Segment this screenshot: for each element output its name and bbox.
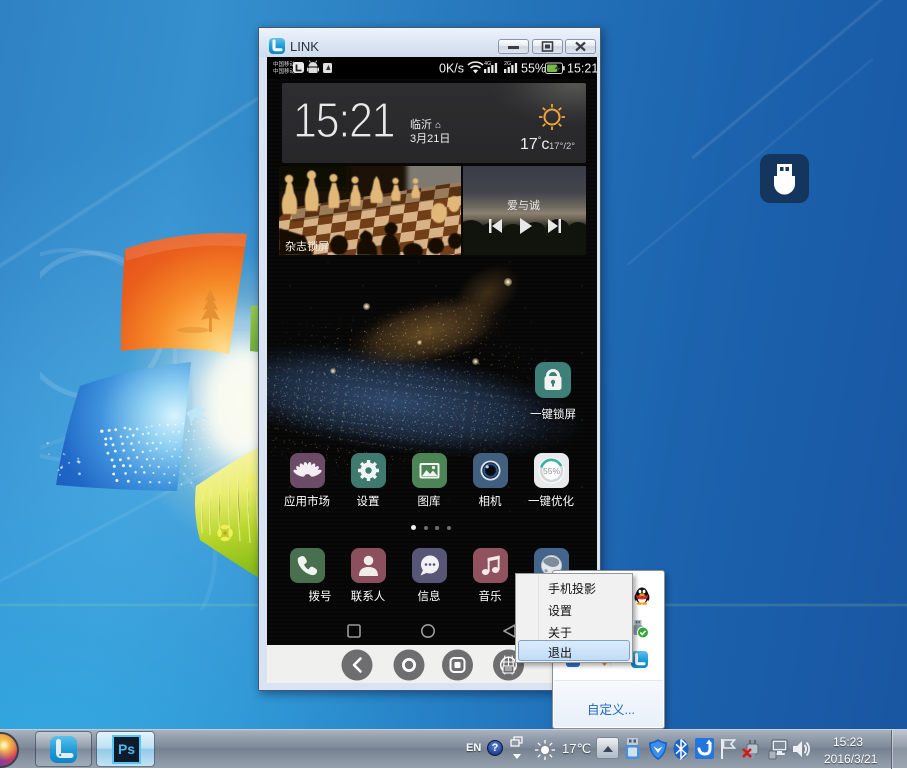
svg-text:15:21: 15:21 bbox=[567, 62, 597, 76]
svg-text:杂志锁屏: 杂志锁屏 bbox=[285, 239, 329, 253]
svg-text:爱与诚: 爱与诚 bbox=[507, 199, 540, 212]
svg-text:0K/s: 0K/s bbox=[439, 62, 464, 76]
svg-text:中国移动: 中国移动 bbox=[273, 60, 296, 68]
svg-text:55%: 55% bbox=[521, 62, 546, 76]
svg-text:4G: 4G bbox=[484, 61, 491, 67]
svg-text:中国移动: 中国移动 bbox=[273, 67, 296, 75]
svg-text:2G: 2G bbox=[504, 61, 511, 67]
svg-text:55%: 55% bbox=[543, 466, 560, 476]
